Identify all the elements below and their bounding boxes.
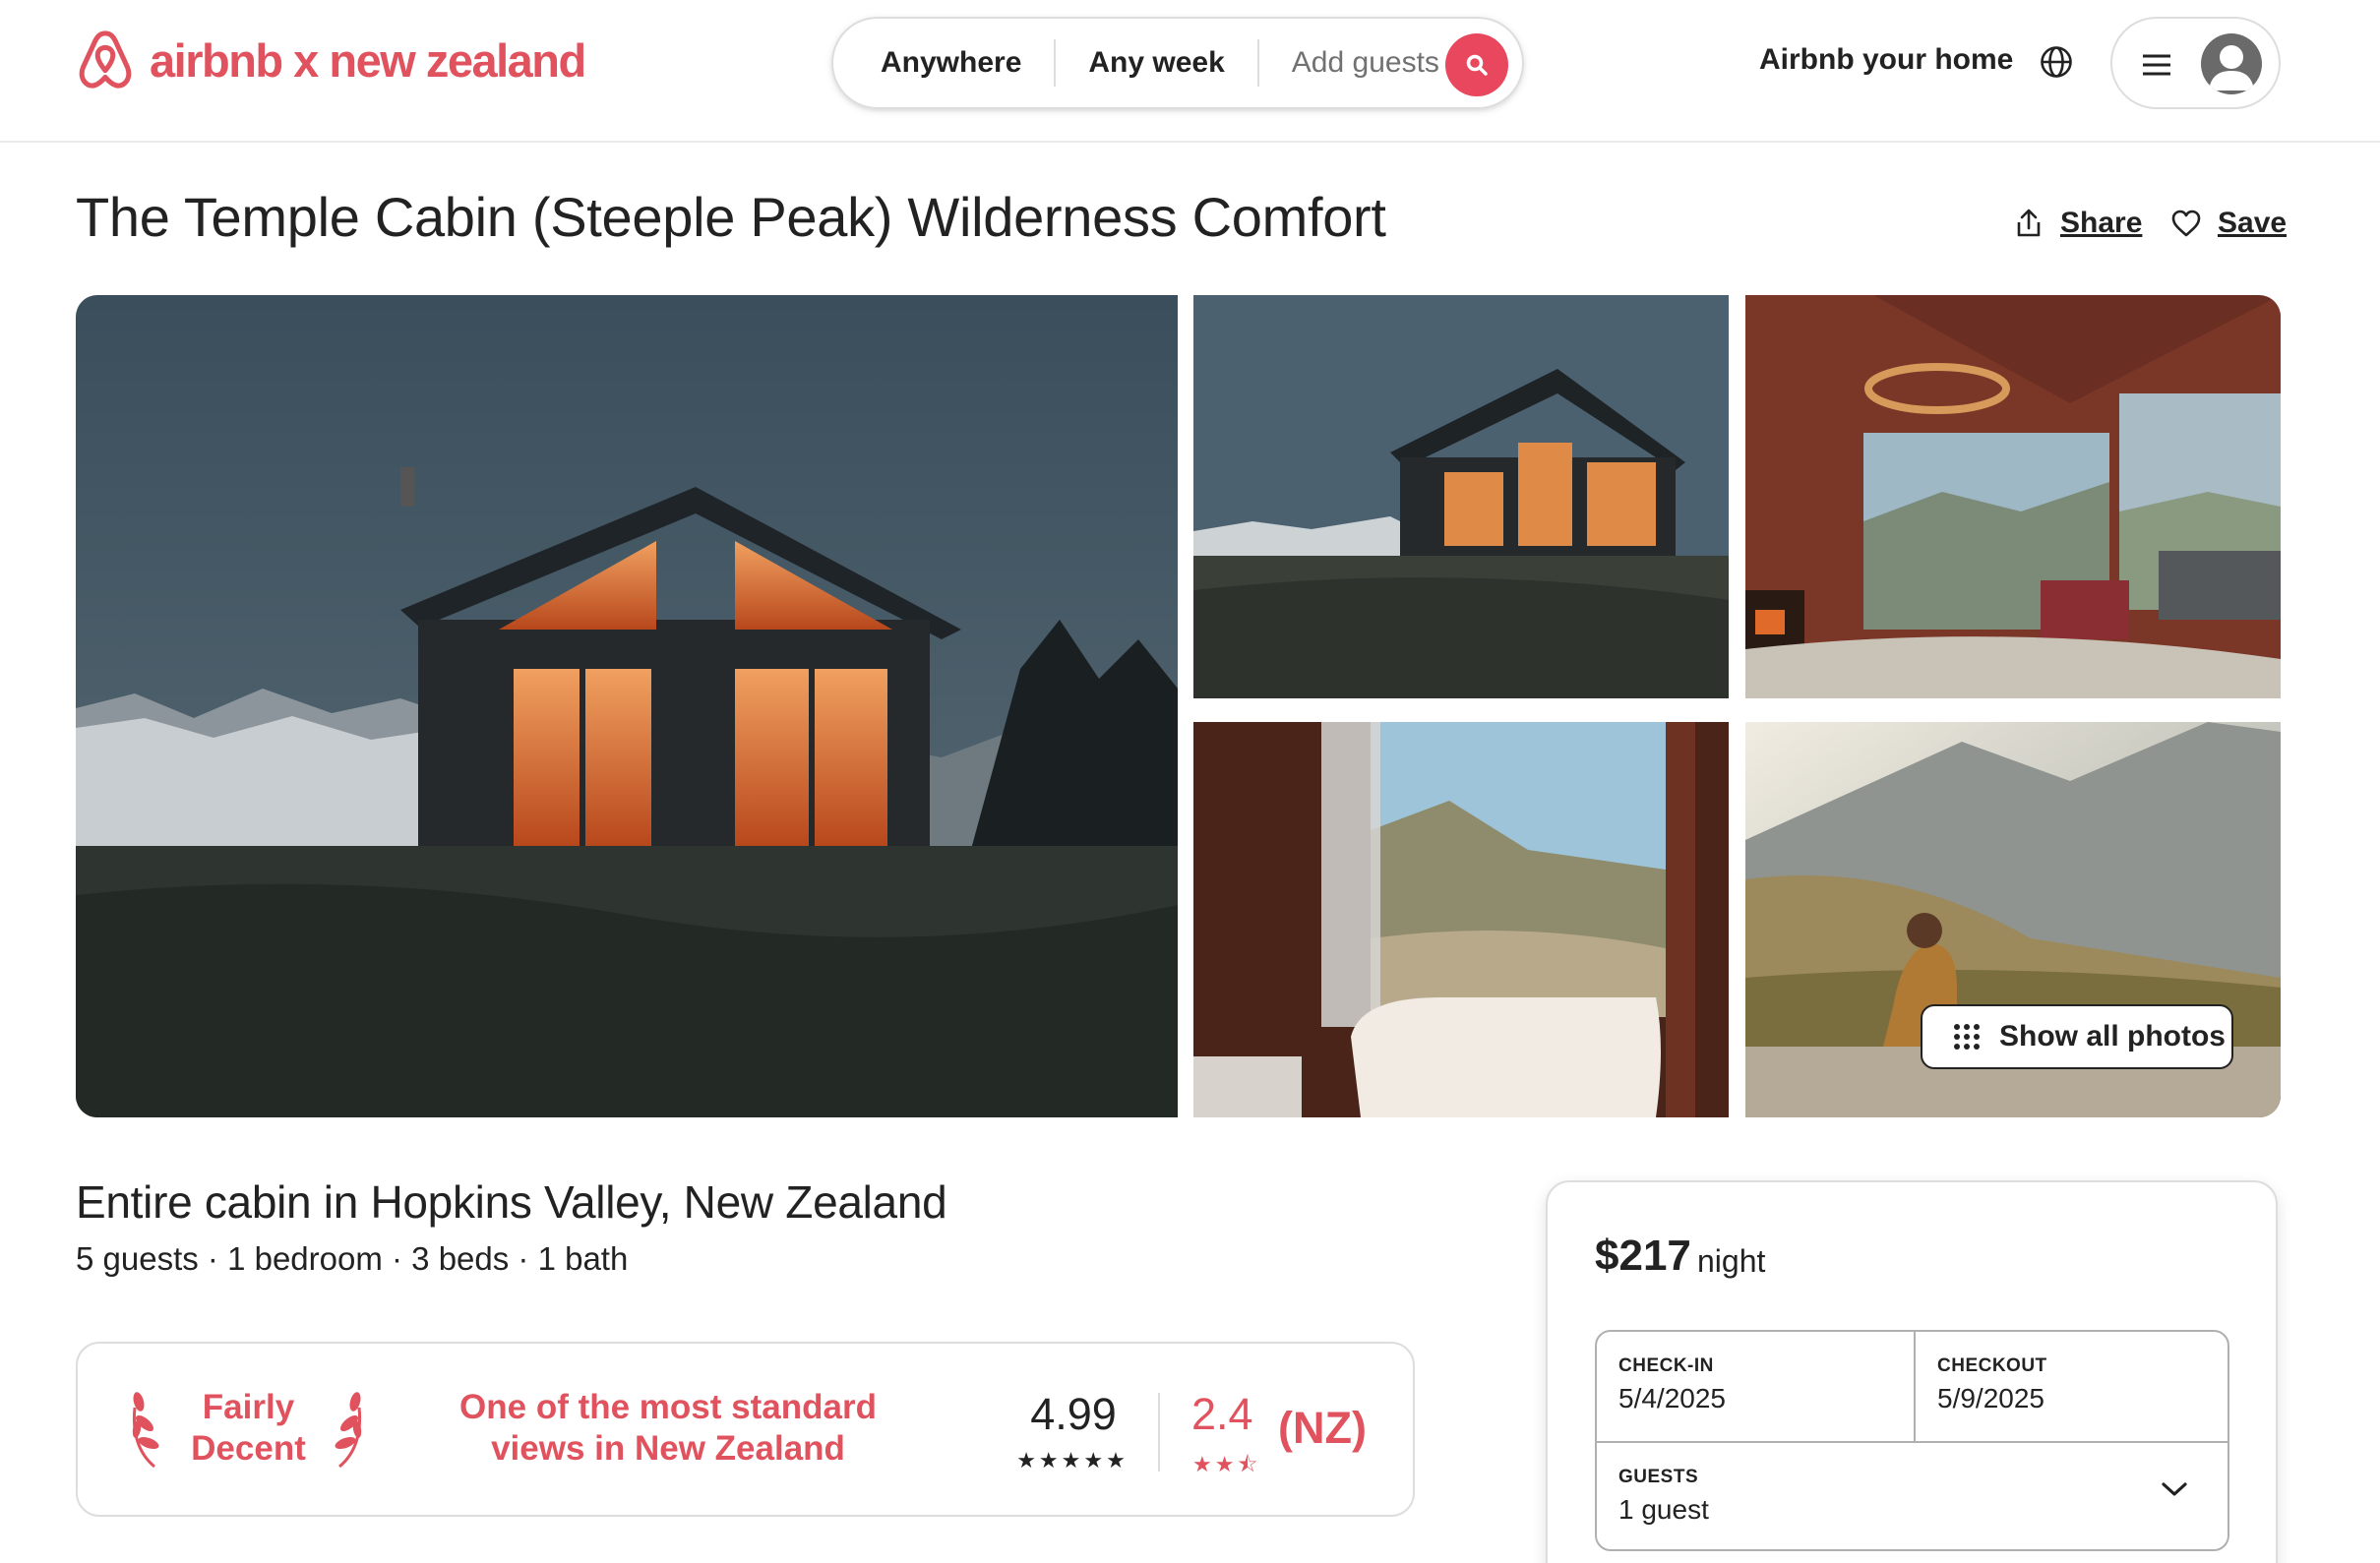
description-line: One of the most standard xyxy=(459,1388,877,1426)
search-button[interactable] xyxy=(1445,33,1508,96)
photo-cabin-interior[interactable] xyxy=(1745,295,2281,698)
alt-rating-region: (NZ) xyxy=(1278,1403,1367,1453)
photo-cabin-hillside[interactable] xyxy=(1193,295,1729,698)
alt-rating-score: 2.4 xyxy=(1191,1389,1253,1439)
guests-field[interactable]: GUESTS 1 guest xyxy=(1597,1443,2227,1549)
guest-favorite-description: One of the most standard views in New Ze… xyxy=(432,1387,904,1470)
checkin-value: 5/4/2025 xyxy=(1618,1383,1726,1413)
search-where[interactable]: Anywhere xyxy=(833,46,1054,80)
share-icon xyxy=(2017,209,2041,237)
search-bar[interactable]: Anywhere Any week Add guests xyxy=(831,17,1524,109)
listing-specs: 5 guests · 1 bedroom · 3 beds · 1 bath xyxy=(76,1240,629,1277)
alt-rating-stars: ★★⯪ xyxy=(1192,1452,1261,1476)
description-line: views in New Zealand xyxy=(491,1429,845,1468)
checkin-field[interactable]: CHECK-IN 5/4/2025 xyxy=(1597,1332,1914,1441)
nightly-price: $217 xyxy=(1595,1232,1691,1280)
airbnb-your-home-link[interactable]: Airbnb your home xyxy=(1759,43,2013,77)
top-header: airbnb x new zealand Anywhere Any week A… xyxy=(0,0,2380,143)
show-all-photos-label: Show all photos xyxy=(1999,1020,2226,1052)
checkout-field[interactable]: CHECKOUT 5/9/2025 xyxy=(1916,1332,2227,1441)
laurel-right-icon xyxy=(335,1392,362,1469)
rating-score: 4.99 xyxy=(1030,1389,1117,1439)
airbnb-logo-icon xyxy=(79,30,132,89)
reservation-fields: CHECK-IN 5/4/2025 CHECKOUT 5/9/2025 GUES… xyxy=(1595,1330,2229,1551)
airbnb-logo[interactable]: airbnb x new zealand xyxy=(75,28,586,92)
photo-main-cabin-exterior[interactable] xyxy=(76,295,1178,1117)
share-button[interactable]: Share xyxy=(2013,207,2142,240)
laurel-left-icon xyxy=(132,1392,159,1469)
photo-bathtub-window[interactable] xyxy=(1193,722,1729,1117)
guests-label: GUESTS xyxy=(1618,1467,1699,1487)
logo-text: airbnb x new zealand xyxy=(150,33,586,87)
share-label: Share xyxy=(2060,207,2143,239)
badge-line: Decent xyxy=(191,1429,306,1468)
guest-favorite-card[interactable]: Fairly Decent One of the most standard v… xyxy=(76,1342,1415,1517)
show-all-photos-button[interactable]: Show all photos xyxy=(1921,1004,2233,1069)
chevron-down-icon[interactable] xyxy=(2160,1479,2189,1499)
guest-favorite-badge: Fairly Decent xyxy=(172,1387,325,1470)
booking-card: $217 night CHECK-IN 5/4/2025 CHECKOUT 5/… xyxy=(1546,1180,2278,1563)
save-label: Save xyxy=(2218,207,2288,239)
badge-line: Fairly xyxy=(202,1388,295,1426)
search-when[interactable]: Any week xyxy=(1056,46,1256,80)
checkout-value: 5/9/2025 xyxy=(1937,1383,2044,1413)
checkout-label: CHECKOUT xyxy=(1937,1355,2047,1376)
globe-icon[interactable] xyxy=(2039,44,2074,80)
hamburger-icon xyxy=(2143,54,2170,76)
save-button[interactable]: Save xyxy=(2170,207,2287,240)
search-who[interactable]: Add guests xyxy=(1259,46,1472,80)
search-icon xyxy=(1466,54,1488,76)
user-menu-button[interactable] xyxy=(2110,17,2281,109)
rating-stars: ★★★★★ xyxy=(1016,1448,1129,1473)
grid-dots-icon xyxy=(1954,1024,1980,1050)
price-unit: night xyxy=(1697,1243,1766,1279)
heart-icon xyxy=(2171,210,2201,237)
listing-subtitle: Entire cabin in Hopkins Valley, New Zeal… xyxy=(76,1176,947,1228)
guests-value: 1 guest xyxy=(1618,1494,1709,1525)
photo-gallery xyxy=(76,295,2281,1117)
checkin-label: CHECK-IN xyxy=(1618,1355,1714,1376)
listing-title: The Temple Cabin (Steeple Peak) Wilderne… xyxy=(76,186,1386,248)
avatar-icon xyxy=(2201,33,2262,94)
rating-divider xyxy=(1158,1393,1160,1472)
